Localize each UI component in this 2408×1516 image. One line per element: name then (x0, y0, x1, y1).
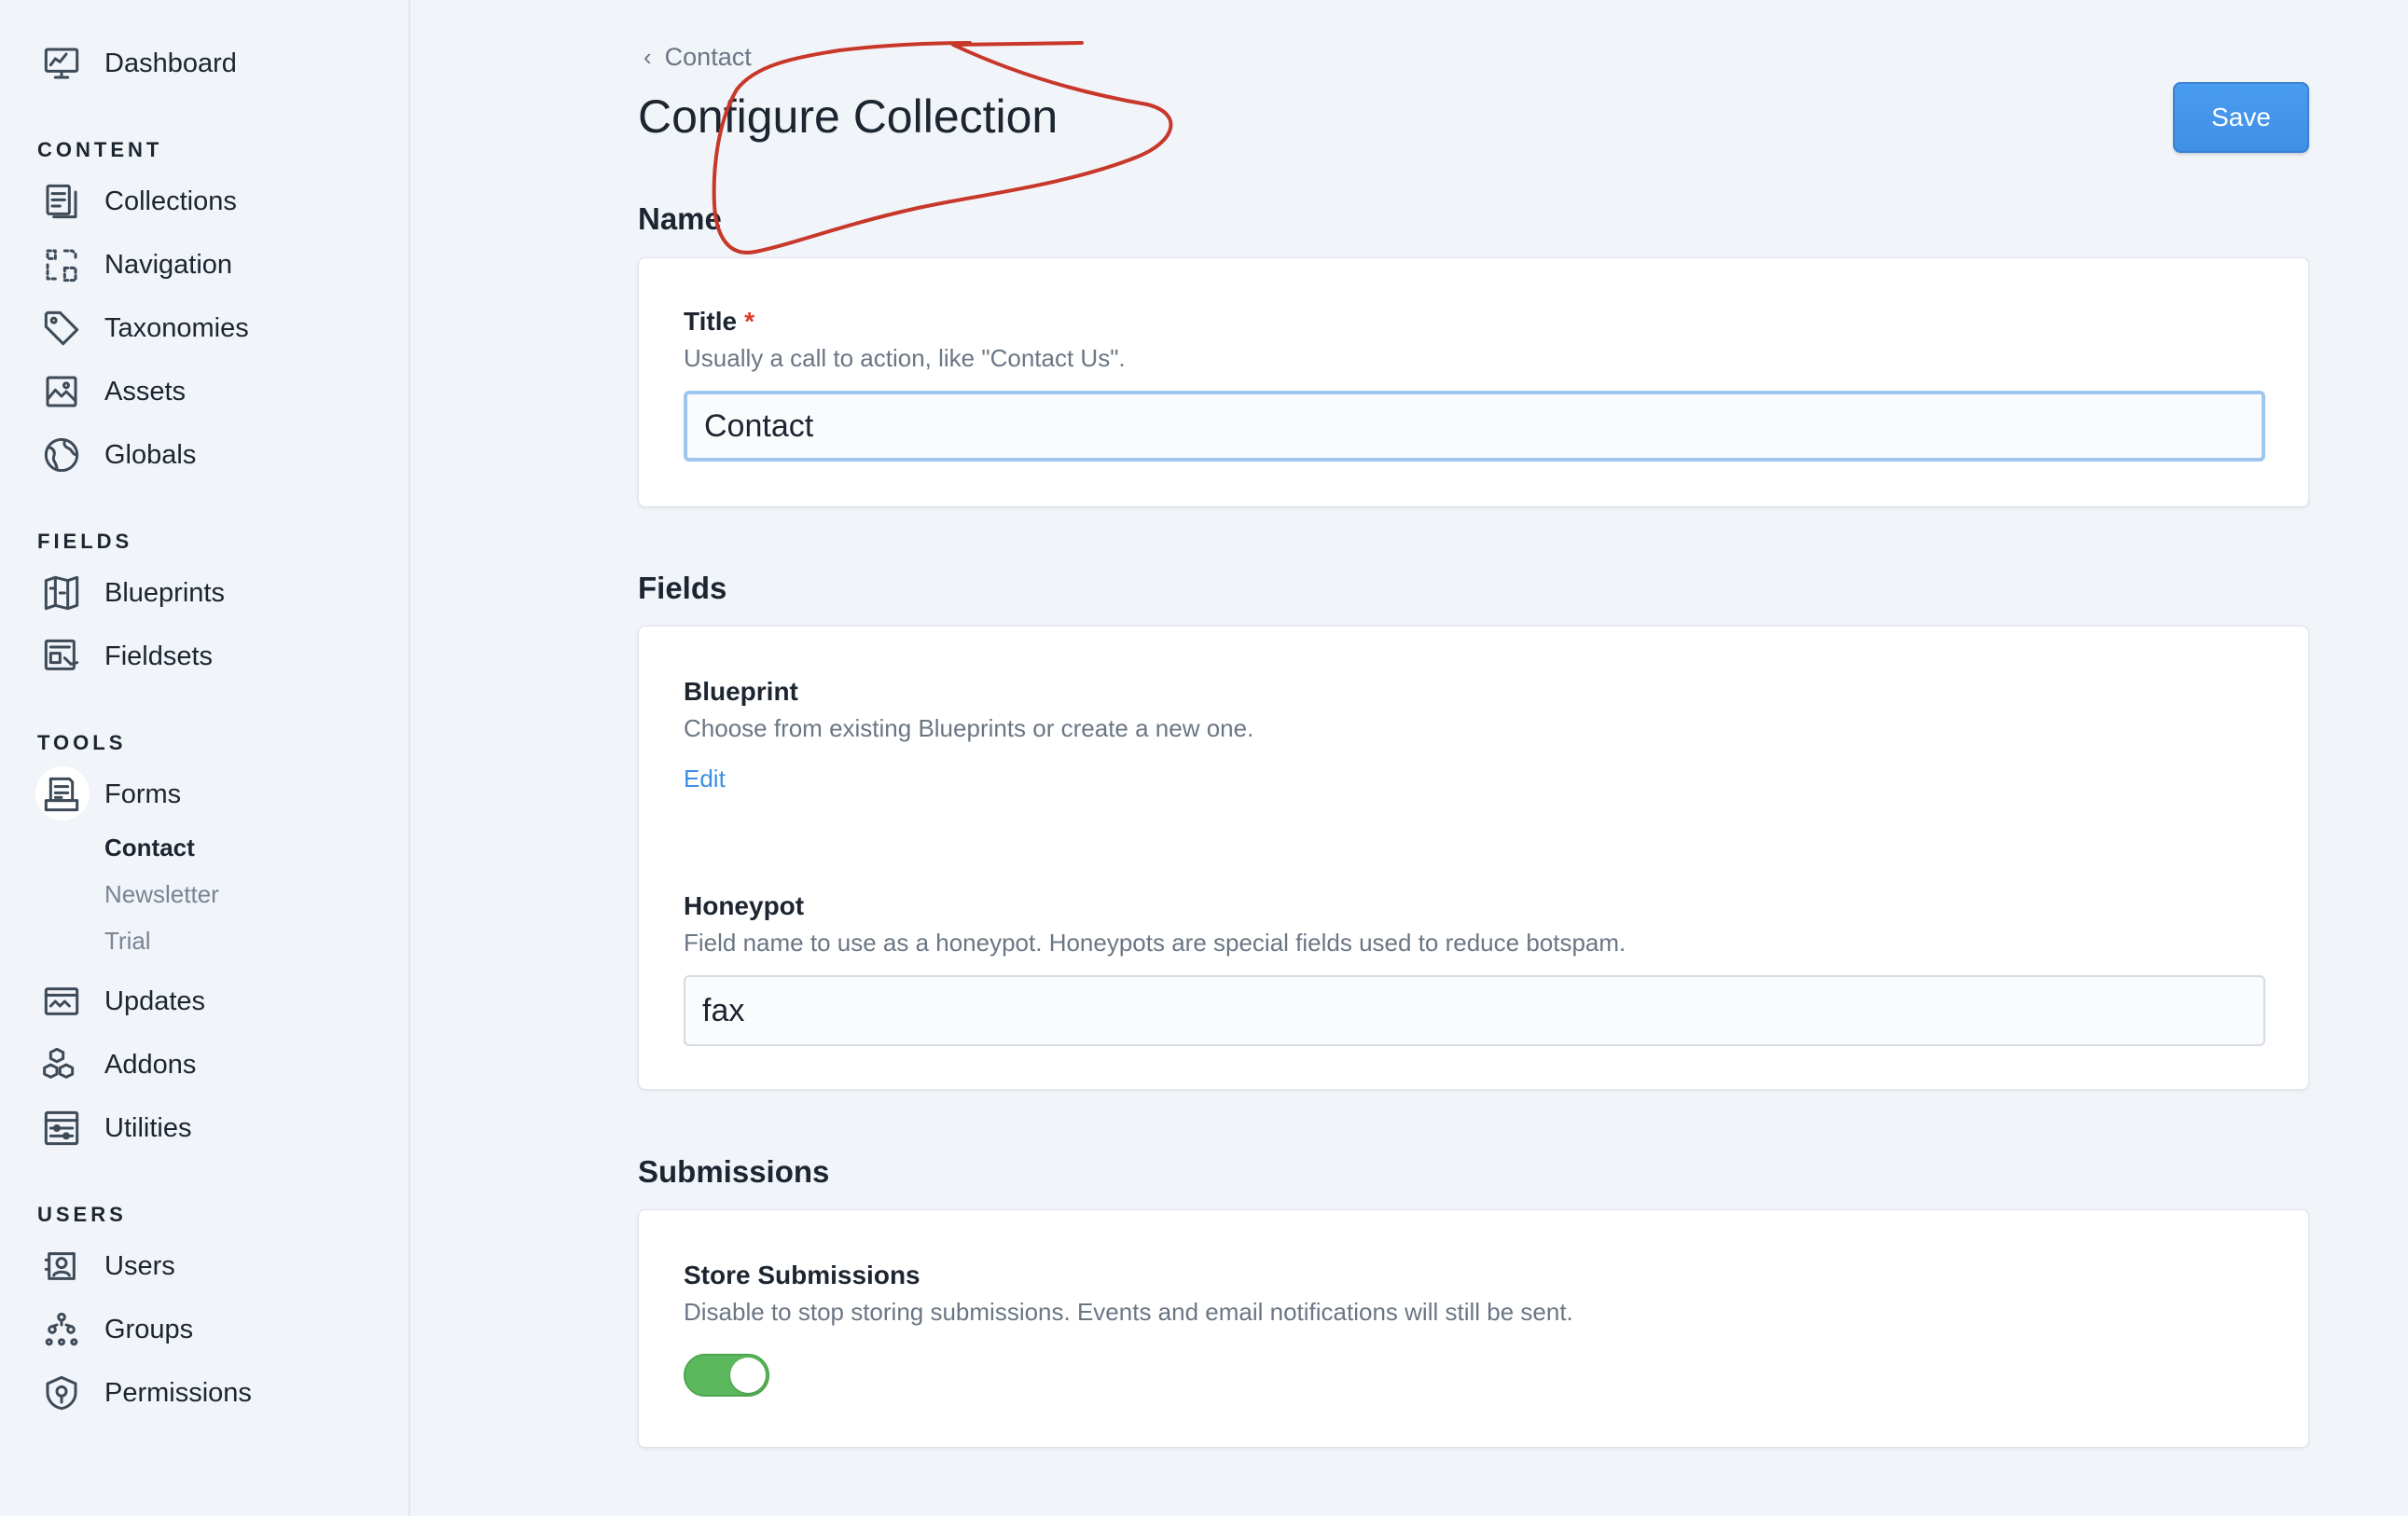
sidebar: Dashboard CONTENT Collections Navigation… (0, 0, 410, 1516)
sidebar-item-permissions[interactable]: Permissions (41, 1369, 252, 1417)
sidebar-item-label: Globals (104, 439, 197, 470)
sidebar-item-label: Utilities (104, 1112, 192, 1143)
sidebar-item-label: Collections (104, 186, 237, 216)
store-submissions-label: Store Submissions (684, 1261, 920, 1289)
shield-icon (41, 1372, 82, 1413)
save-button[interactable]: Save (2173, 82, 2309, 153)
sidebar-item-collections[interactable]: Collections (41, 177, 237, 226)
section-title-tools: TOOLS (37, 731, 127, 754)
addons-icon (41, 1044, 82, 1085)
sidebar-item-label: Permissions (104, 1377, 252, 1408)
sidebar-item-label: Assets (104, 376, 187, 407)
sidebar-item-label: Dashboard (104, 48, 237, 78)
globe-icon (41, 434, 82, 475)
sidebar-item-users[interactable]: Users (41, 1242, 175, 1290)
dashboard-icon (41, 43, 82, 84)
section-title-content: CONTENT (37, 138, 163, 161)
title-field-help: Usually a call to action, like "Contact … (684, 344, 1126, 372)
breadcrumb-label: Contact (664, 43, 752, 71)
sidebar-item-utilities[interactable]: Utilities (41, 1104, 191, 1152)
title-field-label: Title * (684, 307, 754, 337)
section-heading-name: Name (638, 201, 722, 236)
blueprint-field-label: Blueprint (684, 677, 798, 706)
sidebar-subitem-contact[interactable]: Contact (104, 834, 195, 862)
sidebar-item-label: Updates (104, 985, 206, 1016)
blueprint-edit-link[interactable]: Edit (684, 765, 726, 793)
store-submissions-help: Disable to stop storing submissions. Eve… (684, 1298, 1573, 1326)
sidebar-subitem-newsletter[interactable]: Newsletter (104, 880, 219, 909)
title-label-text: Title (684, 307, 738, 336)
section-heading-submissions: Submissions (638, 1154, 830, 1189)
sidebar-item-assets[interactable]: Assets (41, 367, 186, 416)
navigation-icon (41, 244, 82, 285)
honeypot-input[interactable] (684, 975, 2265, 1046)
sidebar-item-forms[interactable]: Forms (41, 770, 181, 819)
blueprint-field-help: Choose from existing Blueprints or creat… (684, 714, 1254, 742)
sidebar-item-addons[interactable]: Addons (41, 1041, 196, 1089)
toggle-knob (730, 1358, 766, 1393)
image-icon (41, 371, 82, 412)
fields-card: Blueprint Choose from existing Blueprint… (638, 626, 2309, 1090)
sidebar-item-taxonomies[interactable]: Taxonomies (41, 304, 249, 352)
groups-icon (41, 1309, 82, 1350)
section-title-users: USERS (37, 1203, 127, 1226)
collections-icon (41, 181, 82, 222)
sidebar-item-updates[interactable]: Updates (41, 977, 205, 1026)
sidebar-item-fieldsets[interactable]: Fieldsets (41, 632, 213, 681)
section-heading-fields: Fields (638, 571, 727, 605)
sidebar-item-navigation[interactable]: Navigation (41, 241, 232, 289)
sidebar-item-label: Blueprints (104, 577, 225, 608)
sidebar-item-globals[interactable]: Globals (41, 431, 196, 479)
sidebar-item-label: Fieldsets (104, 641, 214, 671)
page-title: Configure Collection (638, 90, 1059, 143)
sidebar-item-blueprints[interactable]: Blueprints (41, 569, 225, 617)
sidebar-item-dashboard[interactable]: Dashboard (41, 39, 237, 88)
title-input[interactable] (684, 391, 2265, 462)
store-submissions-toggle[interactable] (684, 1354, 769, 1397)
required-mark: * (744, 307, 754, 336)
sidebar-item-label: Navigation (104, 249, 233, 280)
sidebar-item-label: Addons (104, 1049, 197, 1080)
blueprint-icon (41, 572, 82, 613)
sidebar-item-groups[interactable]: Groups (41, 1305, 193, 1354)
sidebar-item-label: Users (104, 1250, 175, 1281)
form-icon (41, 774, 82, 815)
name-card: Title * Usually a call to action, like "C… (638, 257, 2309, 507)
updates-icon (41, 981, 82, 1022)
utilities-icon (41, 1108, 82, 1149)
submissions-card: Store Submissions Disable to stop storin… (638, 1209, 2309, 1448)
sidebar-item-label: Forms (104, 779, 182, 809)
tag-icon (41, 308, 82, 349)
section-title-fields: FIELDS (37, 530, 133, 553)
fieldset-icon (41, 636, 82, 677)
sidebar-item-label: Taxonomies (104, 312, 249, 343)
user-icon (41, 1246, 82, 1287)
breadcrumb[interactable]: ‹ Contact (644, 43, 752, 72)
sidebar-subitem-trial[interactable]: Trial (104, 927, 151, 956)
sidebar-item-label: Groups (104, 1314, 194, 1344)
honeypot-field-help: Field name to use as a honeypot. Honeypo… (684, 929, 1626, 957)
chevron-left-icon: ‹ (644, 43, 652, 71)
honeypot-field-label: Honeypot (684, 891, 805, 920)
